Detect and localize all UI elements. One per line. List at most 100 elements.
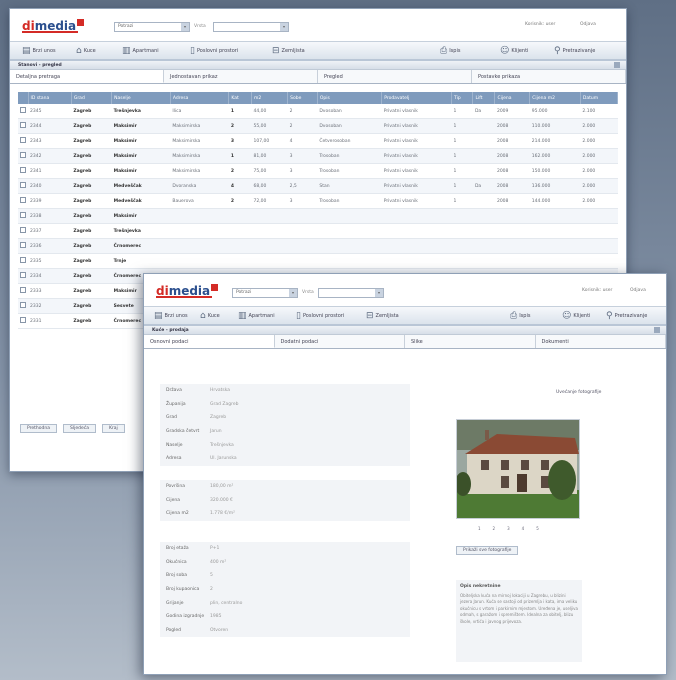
row-checkbox[interactable] xyxy=(20,227,26,233)
table-row[interactable]: 2338 Zagreb Maksimir xyxy=(18,208,618,224)
type-select[interactable]: ▾ xyxy=(318,288,384,298)
table-cell: Medveščak xyxy=(111,178,171,194)
row-checkbox[interactable] xyxy=(20,122,26,128)
toolbar-search[interactable]: ⚲ Pretrazivanje xyxy=(606,311,647,321)
toolbar-land[interactable]: ⊟ Zemljista xyxy=(272,46,305,56)
toolbar-houses[interactable]: ⌂ Kuce xyxy=(200,311,220,321)
detail-row: Površina 180,00 m² xyxy=(160,480,410,494)
table-cell xyxy=(529,238,581,254)
table-row[interactable]: 2339 Zagreb Medveščak Bauerova 2 72,00 3 Trosob… xyxy=(18,193,618,209)
row-checkbox[interactable] xyxy=(20,167,26,173)
column-header[interactable]: Sobe xyxy=(287,92,318,104)
column-header[interactable]: Prodavatelj xyxy=(381,92,453,104)
toolbar-print[interactable]: ⎙ Ispis xyxy=(440,46,460,56)
row-checkbox[interactable] xyxy=(20,272,26,278)
row-checkbox[interactable] xyxy=(20,302,26,308)
table-cell: 3 xyxy=(287,163,318,179)
column-header[interactable]: ID stana xyxy=(28,92,72,104)
pager-next-button[interactable]: Sljedeća xyxy=(63,424,96,433)
row-checkbox[interactable] xyxy=(20,212,26,218)
thumb-link[interactable]: 2 xyxy=(493,526,496,531)
tab-additional-data[interactable]: Dodatni podaci xyxy=(275,335,405,348)
row-checkbox[interactable] xyxy=(20,182,26,188)
column-header[interactable]: m2 xyxy=(251,92,289,104)
thumb-link[interactable]: 4 xyxy=(522,526,525,531)
tab-basic-data[interactable]: Osnovni podaci xyxy=(144,335,275,348)
column-header[interactable]: Naselje xyxy=(111,92,171,104)
table-row[interactable]: 2336 Zagreb Črnomerec xyxy=(18,238,618,254)
tab-detailed-search[interactable]: Detaljna pretraga xyxy=(10,70,164,83)
pager-end-button[interactable]: Kraj xyxy=(101,424,125,433)
column-header[interactable]: Datum xyxy=(580,92,619,104)
dimedia-logo[interactable]: dimedia xyxy=(22,19,85,33)
close-icon[interactable] xyxy=(614,62,620,68)
table-row[interactable]: 2340 Zagreb Medveščak Dvoranska 4 68,00 2,5 Sta… xyxy=(18,178,618,194)
table-row[interactable]: 2345 Zagreb Trešnjevka Ilica 1 44,00 2 Dvosoban… xyxy=(18,104,618,119)
tab-view-settings[interactable]: Postavke prikaza xyxy=(472,70,626,83)
row-checkbox[interactable] xyxy=(20,152,26,158)
toolbar-land[interactable]: ⊟ Zemljista xyxy=(366,311,399,321)
row-checkbox[interactable] xyxy=(20,287,26,293)
dimedia-logo[interactable]: dimedia xyxy=(156,284,219,298)
table-row[interactable]: 2342 Zagreb Maksimir Maksimirska 1 81,00 3 Tros… xyxy=(18,148,618,164)
close-icon[interactable] xyxy=(654,327,660,333)
user-link[interactable]: Korisnik: user xyxy=(525,22,555,27)
search-select[interactable]: Potrazi ▾ xyxy=(114,22,190,32)
table-row[interactable]: 2344 Zagreb Maksimir Maksimirska 2 55,00 2 Dvos… xyxy=(18,118,618,134)
table-cell: Maksimirska xyxy=(170,133,229,149)
toolbar-quick-entry[interactable]: ▤ Brzi unos xyxy=(22,46,56,56)
tab-preview[interactable]: Pregled xyxy=(318,70,472,83)
row-checkbox[interactable] xyxy=(20,242,26,248)
row-checkbox[interactable] xyxy=(20,197,26,203)
column-header[interactable]: Grad xyxy=(71,92,113,104)
tab-documents[interactable]: Dokumenti xyxy=(536,335,666,348)
column-header[interactable]: Opis xyxy=(317,92,383,104)
thumb-link[interactable]: 5 xyxy=(536,526,539,531)
table-cell: Privatni vlasnik xyxy=(381,104,452,119)
toolbar-search[interactable]: ⚲ Pretrazivanje xyxy=(554,46,595,56)
column-header[interactable]: Lift xyxy=(472,92,496,104)
table-row[interactable]: 2341 Zagreb Maksimir Maksimirska 2 75,00 3 Tros… xyxy=(18,163,618,179)
table-row[interactable]: 2337 Zagreb Trešnjevka xyxy=(18,223,618,239)
logout-link[interactable]: Odjava xyxy=(580,22,596,27)
column-header[interactable]: Cijena xyxy=(494,92,531,104)
type-select[interactable]: ▾ xyxy=(213,22,289,32)
row-checkbox[interactable] xyxy=(20,137,26,143)
tab-photos[interactable]: Slike xyxy=(405,335,536,348)
table-cell xyxy=(251,223,288,239)
apartment-icon: ▥ xyxy=(238,311,247,321)
user-link[interactable]: Korisnik: user xyxy=(582,288,612,293)
table-cell xyxy=(228,223,252,239)
table-cell: 2 xyxy=(287,118,318,134)
thumb-link[interactable]: 3 xyxy=(507,526,510,531)
column-header[interactable]: Cijena m2 xyxy=(529,92,581,104)
table-row[interactable]: 2335 Zagreb Trnje xyxy=(18,253,618,269)
table-cell xyxy=(451,253,473,269)
toolbar-clients[interactable]: ☺ Klijenti xyxy=(562,311,590,321)
tab-simple-view[interactable]: Jednostavan prikaz xyxy=(164,70,318,83)
toolbar-business[interactable]: ▯ Poslovni prostori xyxy=(190,46,238,56)
house-photo[interactable] xyxy=(456,419,580,519)
search-select[interactable]: Potrazi ▾ xyxy=(232,288,298,298)
row-checkbox[interactable] xyxy=(20,107,26,113)
table-row[interactable]: 2343 Zagreb Maksimir Maksimirska 3 107,00 4 Čet… xyxy=(18,133,618,149)
toolbar-apartments[interactable]: ▥ Apartmani xyxy=(122,46,159,56)
toolbar-print[interactable]: ⎙ Ispis xyxy=(510,311,530,321)
toolbar-quick-entry[interactable]: ▤ Brzi unos xyxy=(154,311,188,321)
thumb-link[interactable]: 1 xyxy=(478,526,481,531)
toolbar-clients[interactable]: ☺ Klijenti xyxy=(500,46,528,56)
table-cell: 2008 xyxy=(494,118,530,134)
table-cell: 214.000 xyxy=(529,133,581,149)
pager-prev-button[interactable]: Prethodna xyxy=(20,424,57,433)
row-checkbox[interactable] xyxy=(20,257,26,263)
column-header[interactable]: Adresa xyxy=(170,92,230,104)
column-header[interactable]: Kat xyxy=(228,92,253,104)
row-checkbox[interactable] xyxy=(20,317,26,323)
toolbar-houses[interactable]: ⌂ Kuce xyxy=(76,46,96,56)
column-header[interactable]: Tip xyxy=(451,92,474,104)
table-cell: 2.100 xyxy=(580,104,618,119)
toolbar-business[interactable]: ▯ Poslovni prostori xyxy=(296,311,344,321)
show-all-photos-button[interactable]: Prikaži sve fotografije xyxy=(456,546,519,555)
toolbar-apartments[interactable]: ▥ Apartmani xyxy=(238,311,275,321)
logout-link[interactable]: Odjava xyxy=(630,288,646,293)
